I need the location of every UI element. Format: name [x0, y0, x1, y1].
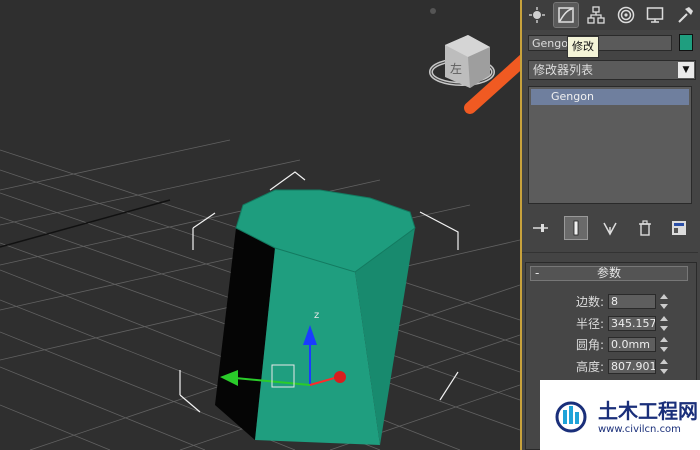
modify-icon: [558, 7, 575, 23]
panel-divider: [522, 252, 698, 253]
viewport-perspective[interactable]: z 左: [0, 0, 520, 450]
height-spinner[interactable]: [660, 359, 669, 374]
display-icon: [647, 7, 664, 23]
stack-toolbar: [530, 216, 690, 240]
param-sides: 边数: 8: [540, 293, 690, 310]
pin-icon: [533, 224, 548, 232]
modifier-list-label: 修改器列表: [533, 63, 594, 77]
viewport-dot: [430, 8, 436, 14]
tab-create[interactable]: [525, 3, 549, 27]
parameters-rollout-header[interactable]: - 参数: [530, 266, 688, 281]
hammer-icon: [678, 7, 694, 23]
sides-spinner[interactable]: [660, 294, 669, 309]
grid-axis-line: [0, 199, 171, 248]
tooltip-modify: 修改: [567, 36, 599, 58]
modifier-list-dropdown[interactable]: 修改器列表 ▼: [528, 60, 696, 80]
motion-icon: [617, 6, 635, 24]
viewcube-face-label: 左: [450, 61, 462, 76]
trash-icon: [638, 220, 651, 236]
hierarchy-icon: [587, 6, 605, 24]
tab-utilities[interactable]: [673, 3, 697, 27]
chevron-down-icon[interactable]: ▼: [678, 62, 694, 78]
sides-input[interactable]: 8: [608, 294, 656, 309]
tab-hierarchy[interactable]: [584, 3, 608, 27]
show-end-result-button[interactable]: [563, 216, 588, 240]
viewport-canvas[interactable]: z 左: [0, 0, 520, 450]
collapse-rollout-toggle[interactable]: -: [535, 267, 539, 280]
object-name-field[interactable]: Gengon: [528, 35, 672, 51]
pin-stack-button[interactable]: [530, 217, 552, 239]
parameters-title: 参数: [596, 266, 621, 280]
param-fillet: 圆角: 0.0mm: [540, 336, 690, 353]
param-height: 高度: 807.901m: [540, 358, 690, 375]
make-unique-button[interactable]: [599, 217, 621, 239]
radius-input[interactable]: 345.157m: [608, 316, 656, 331]
height-input[interactable]: 807.901m: [608, 359, 656, 374]
configure-modifier-sets-button[interactable]: [668, 217, 690, 239]
command-panel-tabs: [522, 0, 700, 30]
param-radius-label: 半径:: [575, 317, 604, 331]
tab-display[interactable]: [643, 3, 667, 27]
tab-modify[interactable]: [553, 2, 580, 28]
param-fillet-label: 圆角:: [575, 338, 604, 352]
watermark-url: www.civilcn.com: [598, 424, 681, 435]
configure-sets-icon: [672, 221, 686, 235]
param-sides-label: 边数:: [575, 295, 604, 309]
param-radius: 半径: 345.157m: [540, 315, 690, 332]
radius-spinner[interactable]: [660, 316, 669, 331]
viewcube[interactable]: 左: [429, 35, 495, 88]
sun-icon: [528, 7, 545, 23]
watermark-title: 土木工程网: [598, 399, 698, 423]
object-color-swatch[interactable]: [679, 34, 693, 51]
tab-motion[interactable]: [614, 3, 638, 27]
show-end-result-icon: [573, 220, 578, 236]
modifier-stack[interactable]: Gengon: [528, 86, 692, 204]
fillet-input[interactable]: 0.0mm: [608, 337, 656, 352]
civilcn-logo-icon: [555, 401, 587, 433]
gizmo-axis-z-label: z: [314, 310, 319, 321]
watermark-logo: 土木工程网 www.civilcn.com: [540, 380, 700, 450]
stack-item-gengon[interactable]: Gengon: [531, 89, 689, 105]
param-height-label: 高度:: [575, 360, 604, 374]
remove-modifier-button[interactable]: [634, 217, 656, 239]
make-unique-icon: [603, 222, 617, 236]
fillet-spinner[interactable]: [660, 337, 669, 352]
